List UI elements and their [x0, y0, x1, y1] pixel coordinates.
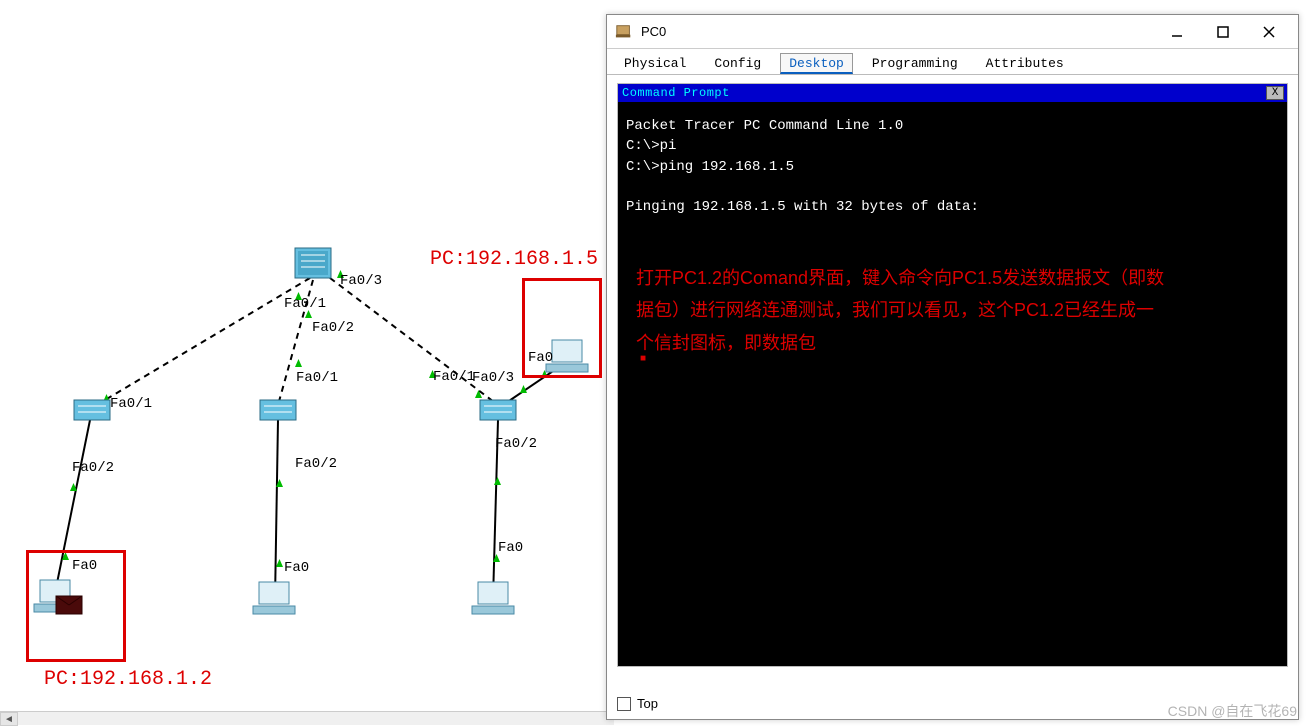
command-prompt-close-button[interactable]: X	[1266, 86, 1284, 100]
always-on-top-checkbox[interactable]	[617, 697, 631, 711]
pc-mid-icon	[253, 582, 295, 614]
canvas-h-scrollbar[interactable]: ◄	[0, 711, 614, 725]
titlebar[interactable]: PC0	[607, 15, 1298, 49]
switch-right-icon	[480, 400, 516, 420]
always-on-top-label: Top	[637, 696, 658, 711]
port-label: Fa0/2	[495, 436, 537, 452]
tab-physical[interactable]: Physical	[615, 53, 695, 74]
terminal-overlay-marker: ■	[640, 350, 646, 368]
terminal-overlay-note: 打开PC1.2的Comand界面，键入命令向PC1.5发送数据报文（即数据包）进…	[636, 262, 1166, 359]
port-label: Fa0/1	[433, 369, 475, 385]
port-label: Fa0/3	[340, 273, 382, 289]
highlight-pc-top	[522, 278, 602, 378]
tab-programming[interactable]: Programming	[863, 53, 967, 74]
port-label: Fa0/3	[472, 370, 514, 386]
minimize-button[interactable]	[1154, 18, 1200, 46]
terminal-line: C:\>pi	[626, 138, 676, 154]
window-title: PC0	[641, 24, 1154, 39]
port-label: Fa0/2	[72, 460, 114, 476]
pc-app-icon	[615, 23, 633, 41]
window-bottom-bar: Top	[617, 696, 658, 711]
pc0-window: PC0 Physical Config Desktop Programming …	[606, 14, 1299, 720]
command-prompt-terminal[interactable]: Packet Tracer PC Command Line 1.0 C:\>pi…	[618, 102, 1287, 666]
tab-config[interactable]: Config	[705, 53, 770, 74]
tab-desktop[interactable]: Desktop	[780, 53, 853, 74]
switch-mid-icon	[260, 400, 296, 420]
tab-attributes[interactable]: Attributes	[977, 53, 1073, 74]
command-prompt-titlebar: Command Prompt X	[618, 84, 1287, 102]
annotation-pc-left-ip: PC:192.168.1.2	[44, 668, 212, 691]
port-label: Fa0/2	[295, 456, 337, 472]
pc-right-icon	[472, 582, 514, 614]
maximize-button[interactable]	[1200, 18, 1246, 46]
terminal-line: Pinging 192.168.1.5 with 32 bytes of dat…	[626, 199, 979, 215]
terminal-line: Packet Tracer PC Command Line 1.0	[626, 118, 903, 134]
highlight-pc-left	[26, 550, 126, 662]
core-switch-icon	[295, 248, 331, 278]
port-label: Fa0/2	[312, 320, 354, 336]
watermark: CSDN @自在飞花69	[1168, 701, 1297, 721]
switch-left-icon	[74, 400, 110, 420]
terminal-line: C:\>ping 192.168.1.5	[626, 159, 794, 175]
port-label: Fa0/1	[110, 396, 152, 412]
port-label: Fa0	[284, 560, 309, 576]
scroll-left-arrow-icon[interactable]: ◄	[0, 712, 18, 726]
port-label: Fa0/1	[296, 370, 338, 386]
tabs-bar: Physical Config Desktop Programming Attr…	[607, 49, 1298, 75]
desktop-pane: Command Prompt X Packet Tracer PC Comman…	[617, 83, 1288, 667]
port-label: Fa0	[498, 540, 523, 556]
command-prompt-title: Command Prompt	[622, 86, 1266, 100]
annotation-pc-top-ip: PC:192.168.1.5	[430, 248, 598, 271]
port-label: Fa0/1	[284, 296, 326, 312]
close-button[interactable]	[1246, 18, 1292, 46]
